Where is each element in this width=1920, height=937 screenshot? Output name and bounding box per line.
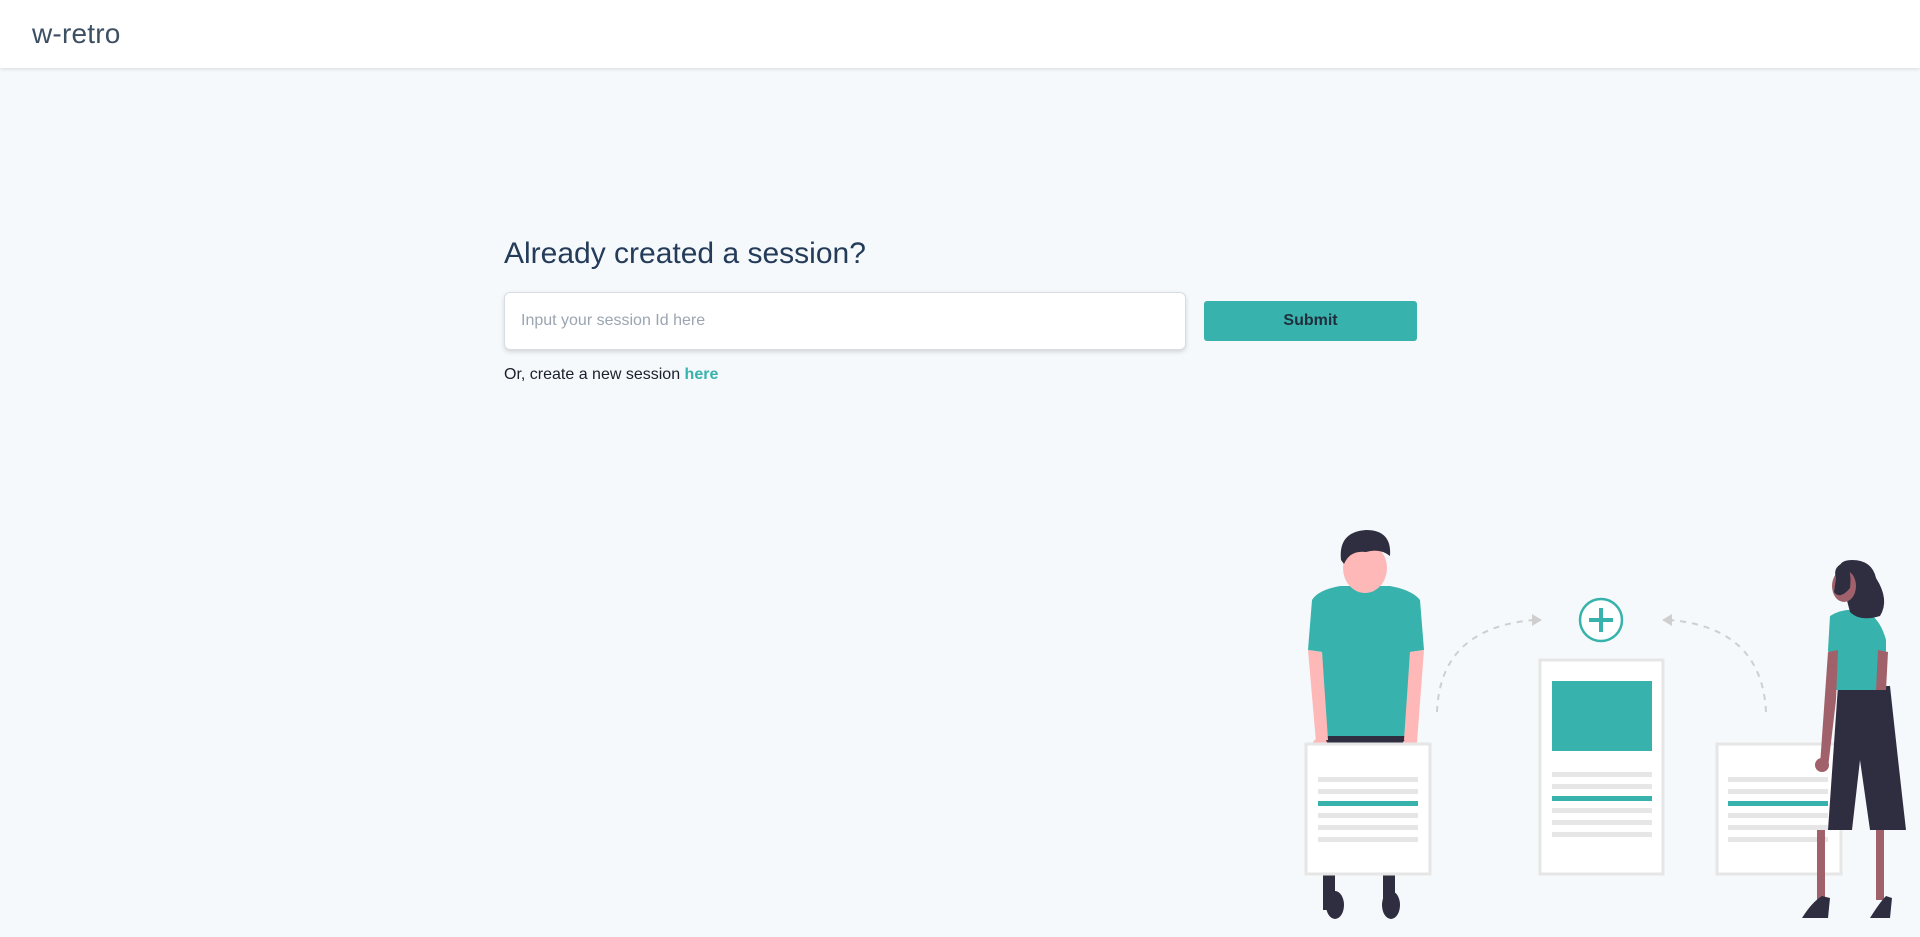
woman-figure-icon bbox=[1802, 560, 1906, 918]
document-middle-icon bbox=[1538, 658, 1665, 876]
session-id-input[interactable] bbox=[504, 292, 1186, 350]
navbar: w-retro bbox=[0, 0, 1920, 68]
document-left-icon bbox=[1304, 742, 1432, 876]
session-form: Submit bbox=[504, 292, 1424, 350]
create-session-link[interactable]: here bbox=[685, 366, 719, 383]
plus-circle-icon bbox=[1578, 597, 1624, 643]
arrow-head-right-icon bbox=[1532, 614, 1542, 626]
create-session-line: Or, create a new session here bbox=[504, 366, 1424, 384]
submit-button[interactable]: Submit bbox=[1204, 301, 1417, 341]
arrow-head-left-icon bbox=[1662, 614, 1672, 626]
page-title: Already created a session? bbox=[504, 237, 866, 270]
collaboration-illustration bbox=[1304, 530, 1906, 919]
brand-logo-text[interactable]: w-retro bbox=[32, 18, 121, 50]
create-session-text: Or, create a new session bbox=[504, 366, 681, 383]
session-panel: Already created a session? Submit Or, cr… bbox=[504, 232, 1424, 384]
